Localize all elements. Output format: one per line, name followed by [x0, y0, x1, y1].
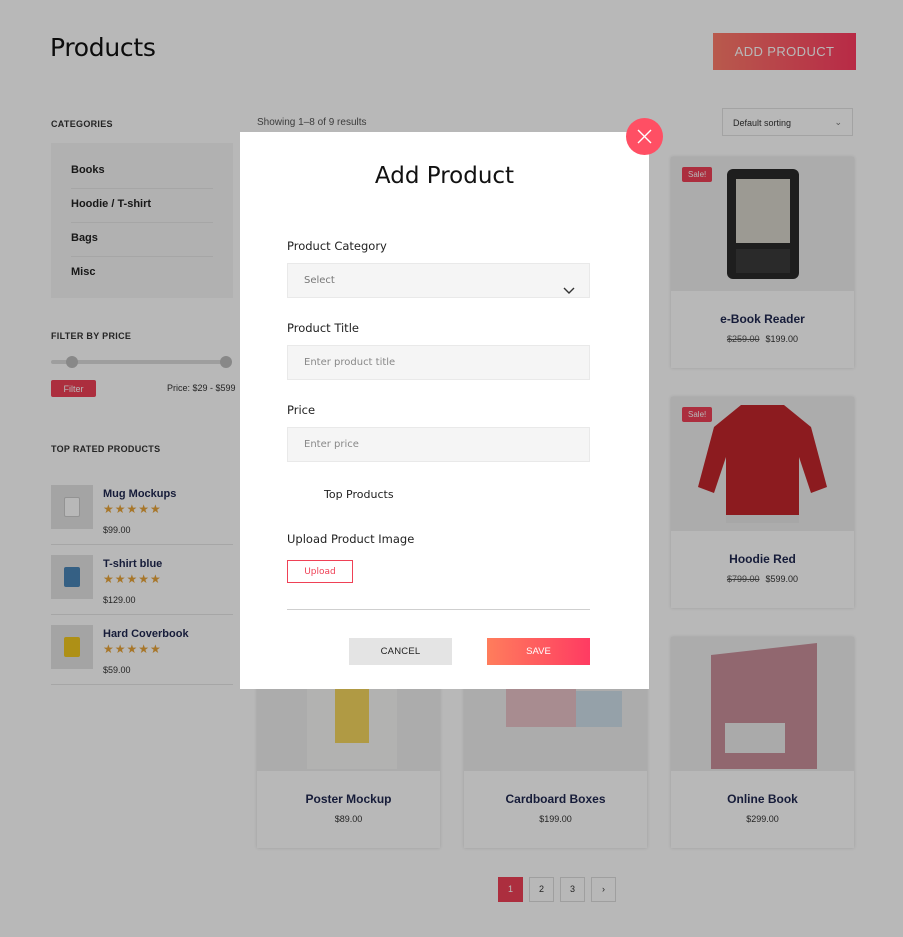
cancel-button[interactable]: CANCEL — [349, 638, 452, 665]
title-label: Product Title — [287, 321, 359, 335]
category-select[interactable]: Select — [287, 263, 590, 298]
upload-button[interactable]: Upload — [287, 560, 353, 583]
divider — [287, 609, 590, 610]
top-products-checkbox[interactable] — [287, 488, 301, 502]
image-label: Upload Product Image — [287, 532, 415, 546]
price-label: Price — [287, 403, 316, 417]
close-icon — [637, 129, 652, 144]
add-product-modal: Add Product Product Category Select Prod… — [240, 132, 649, 689]
top-products-label: Top Products — [324, 488, 394, 501]
product-title-input[interactable] — [287, 345, 590, 380]
category-label: Product Category — [287, 239, 387, 253]
category-select-value: Select — [304, 275, 335, 286]
close-modal-button[interactable] — [626, 118, 663, 155]
save-button[interactable]: SAVE — [487, 638, 590, 665]
price-input[interactable] — [287, 427, 590, 462]
chevron-down-icon — [563, 276, 575, 309]
modal-title: Add Product — [374, 163, 515, 189]
